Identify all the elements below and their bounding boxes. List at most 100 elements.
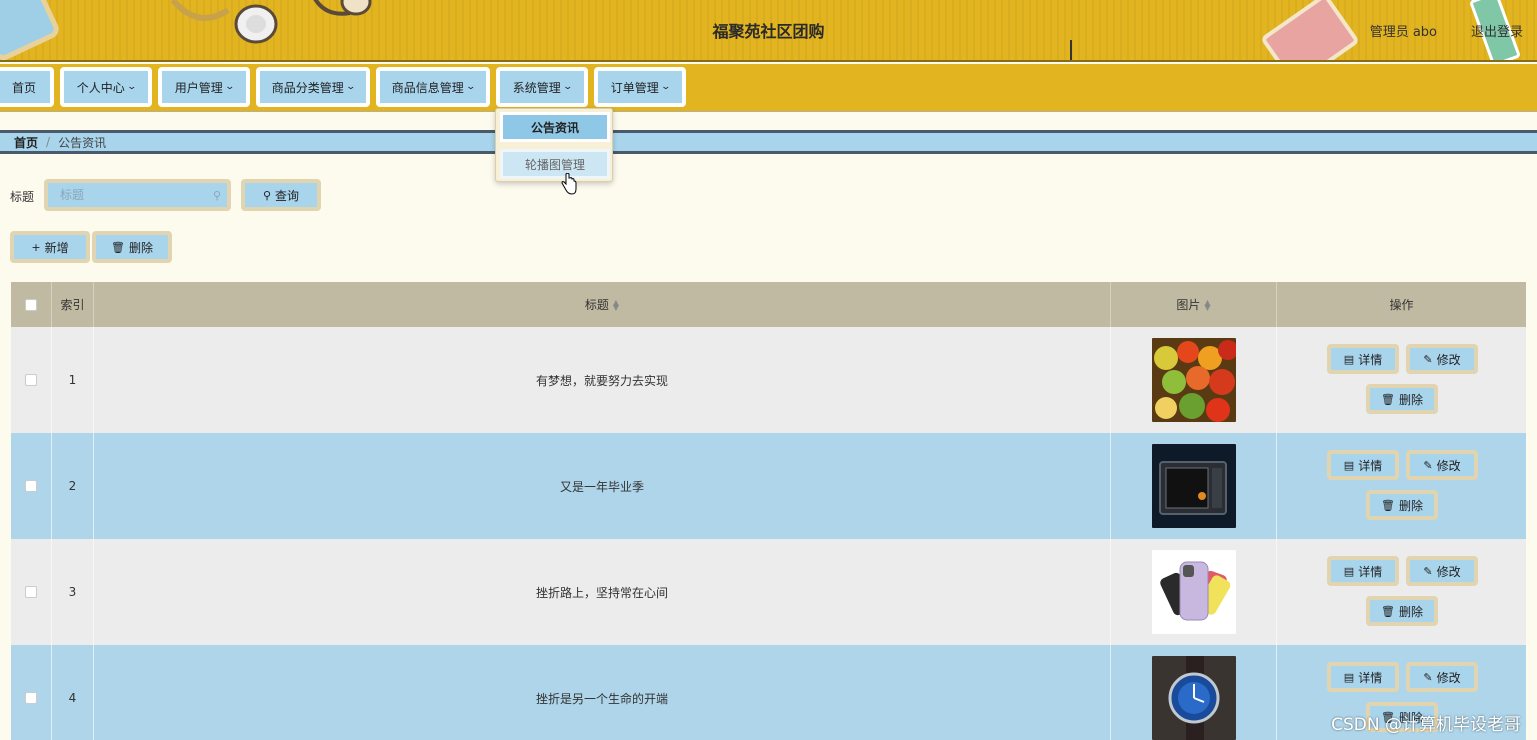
row-checkbox[interactable] xyxy=(25,480,37,492)
chevron-down-icon: ⌄ xyxy=(465,82,476,92)
header-image[interactable]: 图片 ▲ ▼ xyxy=(1111,282,1277,327)
table-row: 3 挫折路上，坚持常在心间 ▤ 详情 ✎ 修改 🗑 删除 xyxy=(11,539,1526,645)
row-delete-button[interactable]: 🗑 删除 xyxy=(1366,490,1438,520)
row-index: 1 xyxy=(52,327,94,433)
edit-button[interactable]: ✎ 修改 xyxy=(1406,662,1478,692)
header-index-label: 索引 xyxy=(60,298,85,312)
select-all-checkbox[interactable] xyxy=(25,298,37,311)
pencil-icon: ✎ xyxy=(1423,564,1433,578)
row-delete-button[interactable]: 🗑 删除 xyxy=(1366,596,1438,626)
admin-user-label: 管理员 abo xyxy=(1369,25,1437,40)
row-thumbnail-image[interactable] xyxy=(1151,338,1236,422)
nav-item-product-management[interactable]: 商品信息管理 ⌄ xyxy=(376,67,490,107)
breadcrumb-separator: / xyxy=(46,135,51,149)
row-title: 挫折路上，坚持常在心间 xyxy=(94,539,1111,645)
dropdown-item-carousel[interactable]: 轮播图管理 xyxy=(500,149,610,179)
nav-item-order-management[interactable]: 订单管理 ⌄ xyxy=(594,67,686,107)
row-select-cell xyxy=(11,327,52,433)
edit-button-label: 修改 xyxy=(1436,352,1461,367)
detail-button-label: 详情 xyxy=(1358,670,1383,685)
row-delete-button[interactable]: 🗑 删除 xyxy=(1366,384,1438,414)
row-title: 有梦想，就要努力去实现 xyxy=(94,327,1111,433)
row-checkbox[interactable] xyxy=(25,374,37,386)
nav-item-label: 用户管理 xyxy=(174,80,223,95)
table-row: 2 又是一年毕业季 ▤ 详情 ✎ 修改 🗑 删除 xyxy=(11,433,1526,539)
search-icon: ⚲ xyxy=(262,188,272,202)
dropdown-item-announcements[interactable]: 公告资讯 xyxy=(500,112,610,142)
breadcrumb-home[interactable]: 首页 xyxy=(14,134,38,151)
nav-item-label: 首页 xyxy=(11,80,36,95)
chevron-down-icon: ⌄ xyxy=(660,82,671,92)
row-thumbnail-image[interactable] xyxy=(1151,444,1236,528)
search-input[interactable] xyxy=(48,183,227,207)
top-header: 福聚苑社区团购 管理员 abo 退出登录 xyxy=(0,0,1537,62)
row-ops-cell: ▤ 详情 ✎ 修改 🗑 删除 xyxy=(1277,327,1526,433)
header-select-all-cell xyxy=(11,282,52,327)
row-thumbnail-image[interactable] xyxy=(1151,550,1236,634)
row-delete-button-label: 删除 xyxy=(1398,604,1423,619)
row-image-cell xyxy=(1111,645,1277,740)
nav-item-label: 商品分类管理 xyxy=(271,80,344,95)
row-checkbox[interactable] xyxy=(25,692,37,704)
hand-cursor-icon xyxy=(561,173,577,195)
edit-button-label: 修改 xyxy=(1436,564,1461,579)
row-select-cell xyxy=(11,433,52,539)
nav-item-label: 商品信息管理 xyxy=(391,80,464,95)
detail-button[interactable]: ▤ 详情 xyxy=(1327,344,1399,374)
row-checkbox[interactable] xyxy=(25,586,37,598)
detail-button-label: 详情 xyxy=(1358,458,1383,473)
edit-button[interactable]: ✎ 修改 xyxy=(1406,450,1478,480)
detail-button[interactable]: ▤ 详情 xyxy=(1327,450,1399,480)
document-icon: ▤ xyxy=(1343,458,1355,472)
row-delete-button-label: 删除 xyxy=(1398,498,1423,513)
breadcrumb-current: 公告资讯 xyxy=(58,135,107,150)
pencil-icon: ✎ xyxy=(1423,458,1433,472)
row-select-cell xyxy=(11,539,52,645)
add-button[interactable]: + 新增 xyxy=(10,231,90,263)
nav-item-home[interactable]: 首页 xyxy=(0,67,54,107)
nav-item-personal-center[interactable]: 个人中心 ⌄ xyxy=(60,67,152,107)
row-thumbnail-image[interactable] xyxy=(1151,656,1236,740)
add-button-label: 新增 xyxy=(44,240,69,255)
row-image-cell xyxy=(1111,539,1277,645)
trash-icon: 🗑 xyxy=(1381,392,1395,406)
table-row: 4 挫折是另一个生命的开端 ▤ 详情 ✎ 修改 🗑 删除 xyxy=(11,645,1526,740)
pencil-icon: ✎ xyxy=(1423,352,1433,366)
detail-button[interactable]: ▤ 详情 xyxy=(1327,662,1399,692)
query-button[interactable]: ⚲ 查询 xyxy=(241,179,321,211)
header-ops-label: 操作 xyxy=(1389,298,1414,312)
csdn-watermark: CSDN @计算机毕设老哥 xyxy=(1331,715,1521,735)
nav-item-category-management[interactable]: 商品分类管理 ⌄ xyxy=(256,67,370,107)
edit-button-label: 修改 xyxy=(1436,458,1461,473)
row-image-cell xyxy=(1111,433,1277,539)
pencil-icon: ✎ xyxy=(1423,670,1433,684)
chevron-down-icon: ⌄ xyxy=(345,82,356,92)
sort-icon: ▲ ▼ xyxy=(1204,297,1211,312)
nav-item-label: 系统管理 xyxy=(512,80,561,95)
sort-icon: ▲ ▼ xyxy=(612,297,620,312)
trash-icon: 🗑 xyxy=(1381,604,1395,618)
chevron-down-icon: ⌄ xyxy=(562,82,573,92)
row-index: 2 xyxy=(52,433,94,539)
document-icon: ▤ xyxy=(1343,564,1355,578)
row-select-cell xyxy=(11,645,52,740)
bulk-delete-button[interactable]: 🗑 删除 xyxy=(92,231,172,263)
document-icon: ▤ xyxy=(1343,670,1355,684)
row-delete-button-label: 删除 xyxy=(1398,392,1423,407)
detail-button-label: 详情 xyxy=(1358,564,1383,579)
table-header: 索引 标题 ▲ ▼ 图片 ▲ ▼ 操作 xyxy=(11,282,1526,327)
logout-link[interactable]: 退出登录 xyxy=(1471,21,1523,40)
nav-item-system-management[interactable]: 系统管理 ⌄ xyxy=(496,67,588,107)
trash-icon: 🗑 xyxy=(111,240,125,254)
nav-item-label: 订单管理 xyxy=(610,80,659,95)
row-index: 4 xyxy=(52,645,94,740)
nav-item-user-management[interactable]: 用户管理 ⌄ xyxy=(158,67,250,107)
edit-button[interactable]: ✎ 修改 xyxy=(1406,556,1478,586)
detail-button[interactable]: ▤ 详情 xyxy=(1327,556,1399,586)
edit-button-label: 修改 xyxy=(1436,670,1461,685)
edit-button[interactable]: ✎ 修改 xyxy=(1406,344,1478,374)
header-index: 索引 xyxy=(52,282,94,327)
header-title[interactable]: 标题 ▲ ▼ xyxy=(94,282,1111,327)
search-title-label: 标题 xyxy=(10,190,35,204)
row-ops-cell: ▤ 详情 ✎ 修改 🗑 删除 xyxy=(1277,539,1526,645)
